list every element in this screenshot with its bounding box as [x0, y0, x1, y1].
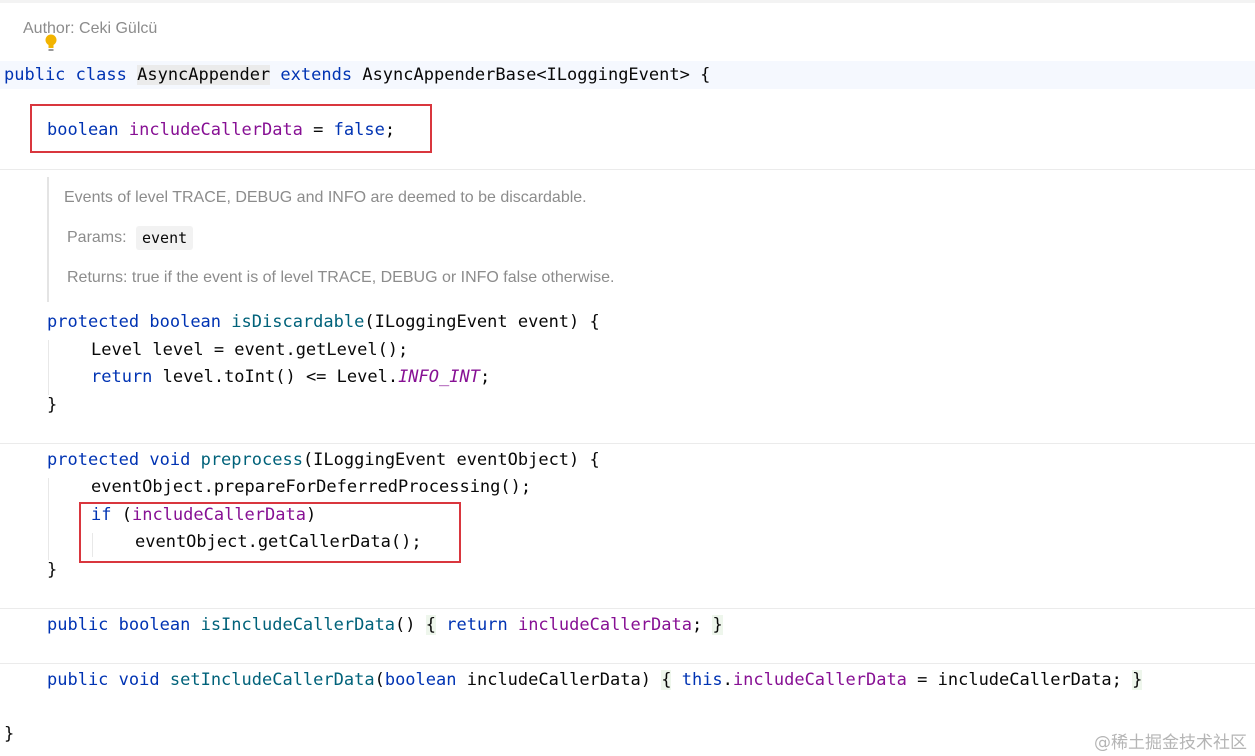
method-isDiscardable-signature[interactable]: protected boolean isDiscardable(ILogging… — [47, 312, 600, 332]
class-name: AsyncAppender — [137, 65, 271, 85]
keyword-class: class — [75, 65, 127, 85]
base-class: AsyncAppenderBase<ILoggingEvent> { — [362, 65, 711, 85]
highlight-box-field — [30, 104, 432, 153]
highlight-box-if — [79, 502, 461, 563]
code-line[interactable]: eventObject.prepareForDeferredProcessing… — [91, 477, 531, 497]
method-isIncludeCallerData[interactable]: public boolean isIncludeCallerData() { r… — [47, 615, 723, 635]
javadoc-params-label: Params: — [67, 229, 127, 246]
keyword-extends: extends — [280, 65, 353, 85]
method-preprocess-signature[interactable]: protected void preprocess(ILoggingEvent … — [47, 450, 600, 470]
javadoc-description: Events of level TRACE, DEBUG and INFO ar… — [64, 189, 587, 206]
javadoc-returns: Returns: true if the event is of level T… — [67, 269, 615, 286]
class-closing-brace[interactable]: } — [4, 724, 14, 744]
fold-open-brace: { — [661, 670, 672, 690]
class-declaration[interactable]: public class AsyncAppender extends Async… — [4, 65, 710, 85]
separator — [0, 608, 1255, 609]
separator — [0, 663, 1255, 664]
fold-open-brace: { — [425, 615, 437, 635]
fold-close-brace: } — [712, 615, 723, 635]
watermark: @稀土掘金技术社区 — [1094, 733, 1247, 753]
indent-guide — [48, 478, 49, 560]
javadoc-bar — [47, 177, 49, 302]
method-setIncludeCallerData[interactable]: public void setIncludeCallerData(boolean… — [47, 670, 1143, 690]
closing-brace[interactable]: } — [47, 560, 57, 580]
separator — [0, 443, 1255, 444]
keyword-public: public — [4, 65, 66, 85]
code-line[interactable]: return level.toInt() <= Level.INFO_INT; — [91, 367, 490, 387]
javadoc-param-event: event — [136, 226, 194, 250]
indent-guide — [48, 340, 49, 395]
closing-brace[interactable]: } — [47, 395, 57, 415]
lightbulb-icon[interactable] — [44, 33, 58, 57]
separator — [0, 169, 1255, 170]
code-line[interactable]: Level level = event.getLevel(); — [91, 340, 408, 360]
fold-close-brace: } — [1132, 670, 1143, 690]
top-border — [0, 0, 1255, 3]
